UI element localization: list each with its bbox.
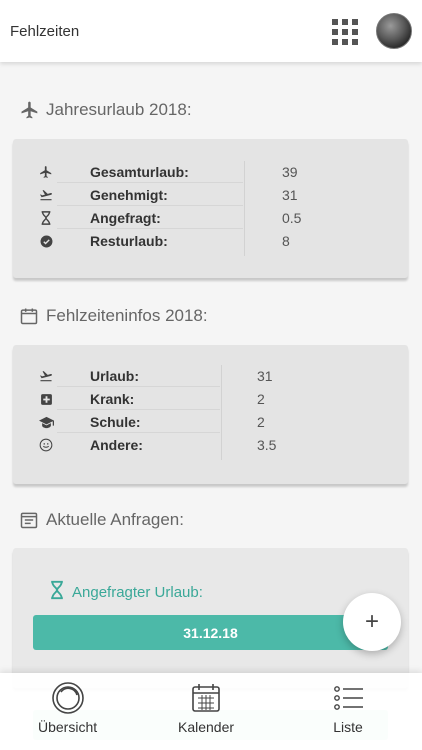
airplane-icon bbox=[18, 99, 40, 121]
absence-info-heading: Fehlzeiteninfos 2018: bbox=[18, 305, 208, 327]
list-item: Gesamturlaub: 39 bbox=[13, 161, 408, 183]
list-icon bbox=[334, 686, 363, 710]
requests-heading: Aktuelle Anfragen: bbox=[18, 509, 184, 531]
plane-departure-icon bbox=[35, 369, 57, 383]
smiley-icon bbox=[35, 438, 57, 452]
annual-leave-heading: Jahresurlaub 2018: bbox=[18, 99, 192, 121]
annual-leave-card: Gesamturlaub: 39 Genehmigt: 31 Angefragt… bbox=[13, 139, 408, 278]
list-item: Schule: 2 bbox=[13, 411, 408, 433]
graduation-cap-icon bbox=[35, 416, 57, 429]
pending-request-heading: Angefragter Urlaub: bbox=[50, 580, 203, 604]
remaining-leave-value: 8 bbox=[282, 233, 290, 249]
annual-leave-title: Jahresurlaub 2018: bbox=[46, 100, 192, 119]
requested-label: Angefragt: bbox=[90, 210, 161, 226]
total-leave-value: 39 bbox=[282, 164, 298, 180]
other-value: 3.5 bbox=[257, 437, 277, 453]
requests-title: Aktuelle Anfragen: bbox=[46, 510, 184, 529]
page-title: Fehlzeiten bbox=[10, 22, 80, 40]
hourglass-icon bbox=[50, 580, 64, 604]
list-item: Krank: 2 bbox=[13, 388, 408, 410]
nav-label-calendar: Kalender bbox=[178, 719, 235, 735]
school-value: 2 bbox=[257, 414, 265, 430]
sick-label: Krank: bbox=[90, 391, 135, 407]
list-item: Resturlaub: 8 bbox=[13, 230, 408, 252]
absence-info-card: Urlaub: 31 Krank: 2 Schule: 2 Andere: 3.… bbox=[13, 345, 408, 484]
pending-request-date: 31.12.18 bbox=[183, 624, 238, 641]
school-label: Schule: bbox=[90, 414, 141, 430]
total-leave-label: Gesamturlaub: bbox=[90, 164, 189, 180]
nav-item-overview[interactable]: Übersicht bbox=[38, 681, 97, 735]
plane-departure-icon bbox=[35, 188, 57, 202]
approved-label: Genehmigt: bbox=[90, 187, 168, 203]
bottom-nav: Übersicht Kalender Liste bbox=[0, 673, 422, 750]
app-header: Fehlzeiten bbox=[0, 0, 422, 62]
nav-item-calendar[interactable]: Kalender bbox=[178, 681, 234, 735]
calendar-icon bbox=[192, 684, 220, 712]
sick-value: 2 bbox=[257, 391, 265, 407]
plus-icon: + bbox=[364, 608, 379, 635]
other-label: Andere: bbox=[90, 437, 143, 453]
medical-plus-icon bbox=[35, 393, 57, 406]
list-item: Angefragt: 0.5 bbox=[13, 207, 408, 229]
pending-request-label: Angefragter Urlaub: bbox=[72, 583, 203, 601]
airplane-icon bbox=[35, 165, 57, 179]
overview-icon bbox=[51, 682, 84, 714]
apps-grid-icon[interactable] bbox=[330, 17, 358, 45]
list-item: Andere: 3.5 bbox=[13, 434, 408, 456]
absence-info-title: Fehlzeiteninfos 2018: bbox=[46, 306, 208, 325]
check-circle-icon bbox=[35, 235, 57, 248]
list-item: Urlaub: 31 bbox=[13, 365, 408, 387]
calendar-icon bbox=[18, 305, 40, 327]
hourglass-icon bbox=[35, 211, 57, 225]
nav-label-list: Liste bbox=[333, 719, 363, 735]
nav-item-list[interactable]: Liste bbox=[331, 681, 365, 735]
nav-label-overview: Übersicht bbox=[38, 719, 98, 735]
vacation-label: Urlaub: bbox=[90, 368, 139, 384]
list-calendar-icon bbox=[18, 509, 40, 531]
requested-value: 0.5 bbox=[282, 210, 302, 226]
list-item: Genehmigt: 31 bbox=[13, 184, 408, 206]
approved-value: 31 bbox=[282, 187, 298, 203]
pending-request-item[interactable]: 31.12.18 bbox=[33, 615, 388, 650]
avatar[interactable] bbox=[376, 13, 412, 49]
remaining-leave-label: Resturlaub: bbox=[90, 233, 168, 249]
add-request-button[interactable]: + bbox=[343, 593, 401, 651]
vacation-value: 31 bbox=[257, 368, 273, 384]
